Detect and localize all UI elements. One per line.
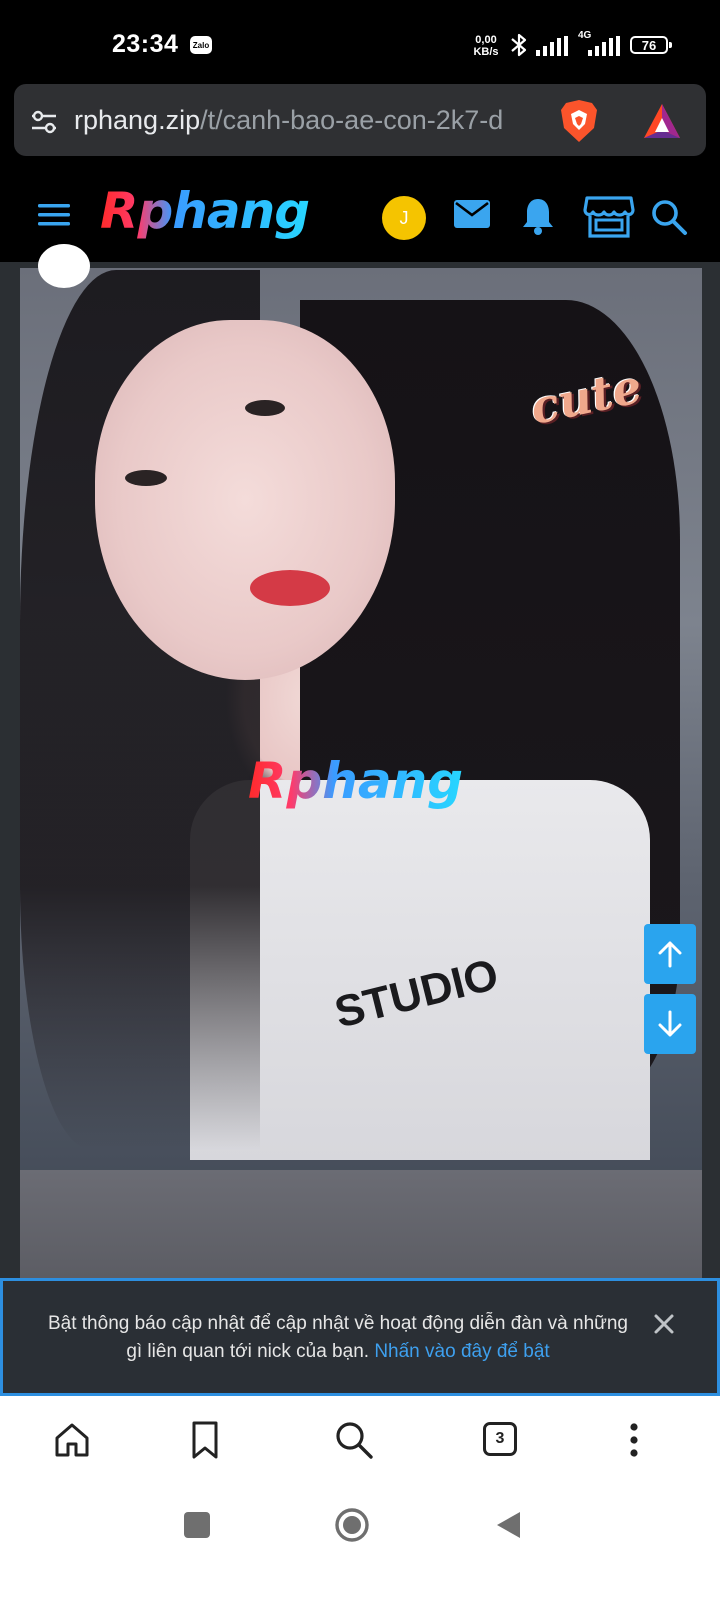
search-icon[interactable] [334, 1420, 374, 1460]
push-notice-text: Bật thông báo cập nhật để cập nhật về ho… [38, 1310, 638, 1366]
signal-icon [536, 36, 568, 56]
site-logo[interactable]: Rphang [100, 182, 310, 240]
bluetooth-icon [511, 33, 527, 57]
store-icon[interactable] [583, 194, 635, 240]
enable-push-link[interactable]: Nhấn vào đây để bật [374, 1341, 549, 1362]
url-text[interactable]: rphang.zip/t/canh-bao-ae-con-2k7-d [74, 105, 503, 136]
net-speed-unit: KB/s [473, 46, 499, 58]
photo-detail [20, 1170, 702, 1284]
close-icon[interactable] [652, 1312, 676, 1336]
zalo-icon: Zalo [190, 36, 212, 54]
bell-icon[interactable] [520, 196, 556, 236]
arrow-down-icon [658, 1010, 682, 1037]
brave-shield-icon[interactable] [558, 98, 600, 144]
mail-icon[interactable] [453, 198, 491, 230]
arrow-up-icon [658, 941, 682, 968]
clock: 23:34 [112, 30, 179, 58]
url-host: rphang.zip [74, 105, 201, 135]
photo-watermark: Rphang [248, 752, 464, 810]
avatar[interactable]: J [382, 196, 426, 240]
back-icon[interactable] [494, 1510, 522, 1540]
network-type: 4G [578, 30, 592, 41]
battery-icon: 76 [630, 36, 672, 54]
recent-apps-icon[interactable] [184, 1512, 210, 1538]
photo-detail [95, 320, 395, 680]
photo-detail [125, 470, 167, 486]
scroll-top-button[interactable] [644, 924, 696, 984]
tabs-icon[interactable]: 3 [483, 1422, 517, 1456]
home-button-icon[interactable] [334, 1507, 370, 1543]
search-icon[interactable] [650, 198, 688, 236]
net-speed-value: 0,00 [475, 34, 497, 46]
photo-detail [245, 400, 285, 416]
tune-icon[interactable] [30, 108, 58, 136]
menu-icon[interactable] [36, 200, 72, 230]
more-icon[interactable] [628, 1422, 640, 1458]
system-nav-bar [0, 1486, 720, 1600]
home-icon[interactable] [54, 1422, 90, 1458]
post-badge [38, 244, 90, 288]
url-path: /t/canh-bao-ae-con-2k7-d [200, 105, 504, 135]
brave-rewards-icon[interactable] [642, 102, 682, 140]
net-speed: 0,00 KB/s [468, 34, 504, 58]
photo-detail [250, 570, 330, 606]
bookmark-icon[interactable] [190, 1420, 220, 1460]
scroll-bottom-button[interactable] [644, 994, 696, 1054]
